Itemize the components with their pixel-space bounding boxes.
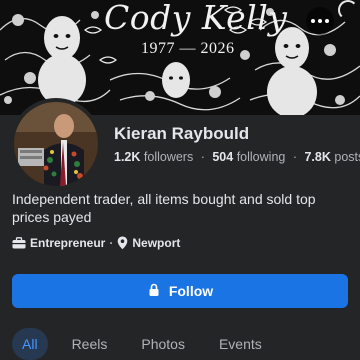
following-label: following	[236, 150, 286, 164]
avatar-photo	[14, 102, 98, 186]
briefcase-icon	[12, 237, 26, 249]
profile-page: Cody Kelly 1977 — 2026 Kieran Raybould 1…	[0, 0, 360, 360]
loading-ring-icon	[338, 0, 358, 20]
category-label: Entrepreneur	[30, 236, 106, 250]
avatar-illustration	[14, 102, 98, 186]
profile-name: Kieran Raybould	[114, 124, 250, 143]
profile-tabs: All Reels Photos Events	[12, 328, 286, 360]
posts-label: posts	[334, 150, 360, 164]
followers-stat[interactable]: 1.2K followers	[114, 150, 193, 164]
follow-button-label: Follow	[168, 283, 214, 299]
profile-bio: Independent trader, all items bought and…	[12, 191, 316, 225]
tab-all[interactable]: All	[12, 328, 48, 360]
following-stat[interactable]: 504 following	[212, 150, 285, 164]
posts-count: 7.8K	[304, 150, 331, 164]
followers-label: followers	[143, 150, 194, 164]
followers-count: 1.2K	[114, 150, 141, 164]
following-count: 504	[212, 150, 234, 164]
profile-avatar[interactable]	[10, 98, 102, 190]
location-pin-icon	[117, 236, 128, 250]
tab-reels[interactable]: Reels	[62, 328, 118, 360]
ellipsis-icon[interactable]	[306, 7, 334, 35]
cover-title: Cody Kelly	[104, 0, 288, 37]
separator: ·	[292, 150, 297, 164]
cover-dates: 1977 — 2026	[141, 40, 235, 57]
follow-icon	[147, 283, 161, 300]
tab-photos[interactable]: Photos	[131, 328, 195, 360]
location-label: Newport	[132, 236, 181, 250]
separator: ·	[109, 236, 114, 250]
follow-button[interactable]: Follow	[12, 274, 348, 308]
tab-events[interactable]: Events	[209, 328, 272, 360]
profile-stats: 1.2K followers · 504 following · 7.8K po…	[114, 150, 360, 164]
separator: ·	[200, 150, 205, 164]
profile-details: Entrepreneur · Newport	[12, 236, 180, 250]
posts-stat: 7.8K posts	[304, 150, 360, 164]
